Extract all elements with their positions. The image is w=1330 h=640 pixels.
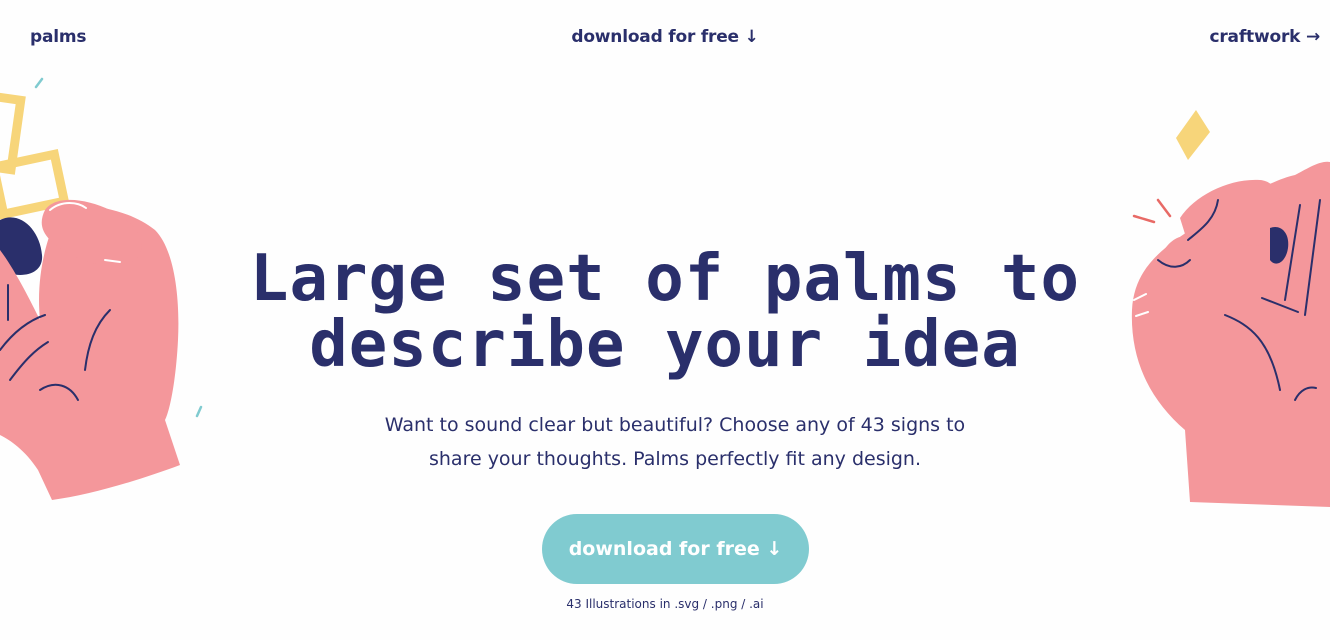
logo-link[interactable]: palms: [30, 27, 87, 47]
subtitle-line-2: share your thoughts. Palms perfectly fit…: [428, 448, 922, 470]
subtitle-line-1: Want to sound clear but beautiful? Choos…: [384, 414, 966, 436]
formats-caption: 43 Illustrations in .svg / .png / .ai: [566, 597, 764, 611]
page-title: Large set of palms to describe your idea: [0, 246, 1330, 378]
title-line-1: Large set of palms to: [249, 242, 1081, 316]
download-button[interactable]: download for free ↓: [542, 514, 809, 584]
title-line-2: describe your idea: [309, 308, 1021, 382]
hero-subtitle: Want to sound clear but beautiful? Choos…: [365, 408, 985, 476]
header-download-link[interactable]: download for free ↓: [571, 27, 759, 47]
craftwork-link[interactable]: craftwork →: [1210, 27, 1321, 47]
